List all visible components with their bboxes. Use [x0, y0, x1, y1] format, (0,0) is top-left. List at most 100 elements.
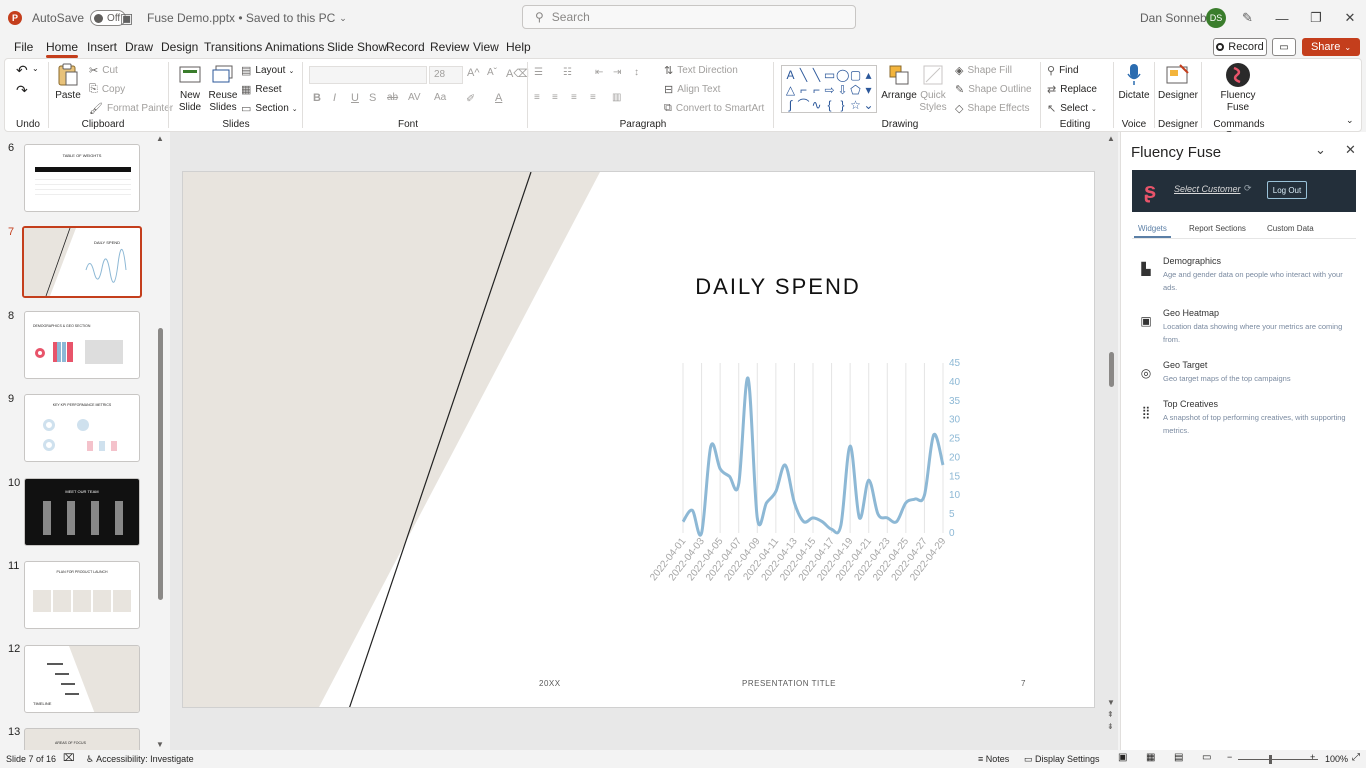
- new-slide-button[interactable]: New Slide: [175, 62, 205, 114]
- replace-button[interactable]: ⇄ Replace: [1047, 83, 1097, 96]
- previous-slide-icon[interactable]: ⇞: [1107, 710, 1114, 719]
- shapes-gallery[interactable]: A ╲ ╲ ▭ ◯ ▢ ▴ △ ⌐ ⌐ ⇨ ⇩ ⬠ ▾ ∫ ⌒ ∿{} ☆ ⌄: [781, 65, 877, 113]
- slideshow-icon[interactable]: ▭: [1202, 752, 1211, 763]
- convert-smartart-button[interactable]: ⧉ Convert to SmartArt: [664, 102, 764, 115]
- slide-scrollbar-thumb[interactable]: [1109, 352, 1114, 387]
- scroll-up-icon[interactable]: ▲: [156, 134, 164, 143]
- tab-design[interactable]: Design: [161, 40, 198, 54]
- down-arrow-shape-icon[interactable]: ⇩: [836, 83, 849, 98]
- slide-thumbnail-11[interactable]: PLAN FOR PRODUCT LAUNCH: [24, 561, 140, 629]
- tab-view[interactable]: View: [473, 40, 499, 54]
- tab-custom-data[interactable]: Custom Data: [1267, 224, 1314, 233]
- dictate-button[interactable]: Dictate: [1118, 62, 1150, 102]
- textbox-shape-icon[interactable]: A: [784, 68, 797, 83]
- slide-thumbnail-9[interactable]: KEY KPI PERFORMANCE METRICS: [24, 394, 140, 462]
- oval-shape-icon[interactable]: ◯: [836, 68, 849, 83]
- line2-shape-icon[interactable]: ╲: [810, 68, 823, 83]
- font-color-icon[interactable]: A: [495, 92, 502, 104]
- tab-home[interactable]: Home: [46, 40, 79, 58]
- arrange-button[interactable]: Arrange: [881, 62, 917, 102]
- bullets-icon[interactable]: ☰: [534, 67, 543, 78]
- zoom-out-icon[interactable]: −: [1227, 752, 1232, 762]
- close-icon[interactable]: ✕: [1345, 142, 1356, 158]
- display-settings-button[interactable]: ▭ Display Settings: [1024, 754, 1100, 765]
- find-button[interactable]: ⚲ Find: [1047, 64, 1079, 77]
- numbering-icon[interactable]: ☷: [563, 67, 572, 78]
- shape-fill-button[interactable]: ◈ Shape Fill: [955, 64, 1012, 77]
- slide-thumbnail-6[interactable]: TABLE OF WEIGHTS: [24, 144, 140, 212]
- char-spacing-icon[interactable]: AV: [408, 92, 421, 103]
- scroll-up-icon[interactable]: ▴: [862, 68, 875, 83]
- slide-number[interactable]: 7: [1021, 679, 1026, 688]
- fit-to-window-icon[interactable]: ⤢: [1352, 752, 1360, 763]
- spelling-check-icon[interactable]: ⌧: [63, 753, 75, 764]
- reset-button[interactable]: ▦ Reset: [241, 83, 282, 96]
- cut-button[interactable]: ✂ Cut: [89, 64, 118, 77]
- align-right-icon[interactable]: ≡: [571, 92, 577, 103]
- widget-geo-heatmap[interactable]: ▣ Geo Heatmap Location data showing wher…: [1139, 308, 1349, 348]
- paste-button[interactable]: Paste: [54, 62, 82, 102]
- slide-footer-title[interactable]: PRESENTATION TITLE: [742, 679, 836, 688]
- elbow2-shape-icon[interactable]: ⌐: [810, 83, 823, 98]
- slide-thumbnail-13[interactable]: AREAS OF FOCUS: [24, 728, 140, 750]
- shadow-icon[interactable]: S: [369, 92, 376, 104]
- zoom-in-icon[interactable]: +: [1310, 752, 1315, 762]
- section-button[interactable]: ▭ Section ⌄: [241, 102, 298, 115]
- fluency-fuse-button[interactable]: Fluency Fuse: [1218, 62, 1258, 114]
- scroll-down-icon[interactable]: ▼: [156, 740, 164, 749]
- zoom-level[interactable]: 100%: [1325, 754, 1348, 764]
- slide-footer-date[interactable]: 20XX: [539, 679, 561, 688]
- scroll-down-icon[interactable]: ▼: [1107, 698, 1115, 707]
- shrink-font-icon[interactable]: Aˇ: [487, 67, 497, 78]
- italic-icon[interactable]: I: [333, 92, 336, 104]
- slide-7[interactable]: DAILY SPEND 2022-04-01 2022-04-03 2022-04-…: [182, 171, 1095, 708]
- undo-dropdown-icon[interactable]: ⌄: [32, 64, 39, 73]
- shape-effects-button[interactable]: ◇ Shape Effects: [955, 102, 1030, 115]
- elbow-shape-icon[interactable]: ⌐: [797, 83, 810, 98]
- comments-button[interactable]: ▭: [1272, 38, 1296, 56]
- slide-thumbnail-8[interactable]: DEMOGRAPHICS & GEO SECTION: [24, 311, 140, 379]
- slide-thumbnail-10[interactable]: MEET OUR TEAM: [24, 478, 140, 546]
- undo-icon[interactable]: ↶: [16, 62, 28, 79]
- arrow-shape-icon[interactable]: ⇨: [823, 83, 836, 98]
- save-icon[interactable]: ▣: [120, 0, 133, 36]
- tab-animations[interactable]: Animations: [265, 40, 324, 54]
- slide-thumbnail-7[interactable]: DAILY SPEND: [22, 226, 142, 298]
- autosave-toggle[interactable]: AutoSave Off: [32, 0, 127, 36]
- close-icon[interactable]: ✕: [1333, 0, 1366, 36]
- widget-demographics[interactable]: ▙ Demographics Age and gender data on pe…: [1139, 256, 1349, 296]
- document-name[interactable]: Fuse Demo.pptx • Saved to this PC ⌄: [147, 0, 347, 36]
- star-shape-icon[interactable]: ☆: [849, 98, 862, 113]
- pane-options-icon[interactable]: ⌄: [1315, 142, 1326, 158]
- widget-top-creatives[interactable]: ⣿ Top Creatives A snapshot of top perfor…: [1139, 399, 1349, 439]
- wave-shape-icon[interactable]: ∿: [810, 98, 823, 113]
- thumbnails-scrollbar[interactable]: ▲ ▼: [156, 134, 164, 749]
- scrollbar-thumb[interactable]: [158, 328, 163, 600]
- search-input[interactable]: ⚲ Search: [522, 5, 856, 29]
- align-text-button[interactable]: ⊟ Align Text: [664, 83, 720, 96]
- share-button[interactable]: Share ⌄: [1302, 38, 1360, 56]
- tab-widgets[interactable]: Widgets: [1134, 224, 1171, 238]
- slide-sorter-icon[interactable]: ▦: [1146, 752, 1155, 763]
- more-shapes-icon[interactable]: ⌄: [862, 98, 875, 113]
- daily-spend-chart[interactable]: 2022-04-012022-04-032022-04-052022-04-07…: [643, 348, 983, 598]
- font-name-field[interactable]: [309, 66, 427, 84]
- format-painter-button[interactable]: 🖌 Format Painter: [89, 102, 173, 115]
- scroll-up-icon[interactable]: ▲: [1107, 134, 1115, 143]
- change-case-icon[interactable]: Aa: [434, 92, 446, 103]
- record-button[interactable]: Record: [1213, 38, 1267, 56]
- tab-draw[interactable]: Draw: [125, 40, 153, 54]
- bold-icon[interactable]: B: [313, 92, 321, 104]
- select-button[interactable]: ↖ Select ⌄: [1047, 102, 1097, 115]
- scroll-down-icon[interactable]: ▾: [862, 83, 875, 98]
- font-size-field[interactable]: 28: [429, 66, 463, 84]
- shape-outline-button[interactable]: ✎ Shape Outline: [955, 83, 1032, 96]
- grow-font-icon[interactable]: A^: [467, 67, 480, 79]
- line-shape-icon[interactable]: ╲: [797, 68, 810, 83]
- zoom-slider[interactable]: [1238, 759, 1318, 760]
- line-spacing-icon[interactable]: ↕: [634, 67, 639, 78]
- designer-button[interactable]: Designer: [1158, 62, 1198, 102]
- text-direction-button[interactable]: ⇅ Text Direction: [664, 64, 738, 77]
- reading-view-icon[interactable]: ▤: [1174, 752, 1183, 763]
- justify-icon[interactable]: ≡: [590, 92, 596, 103]
